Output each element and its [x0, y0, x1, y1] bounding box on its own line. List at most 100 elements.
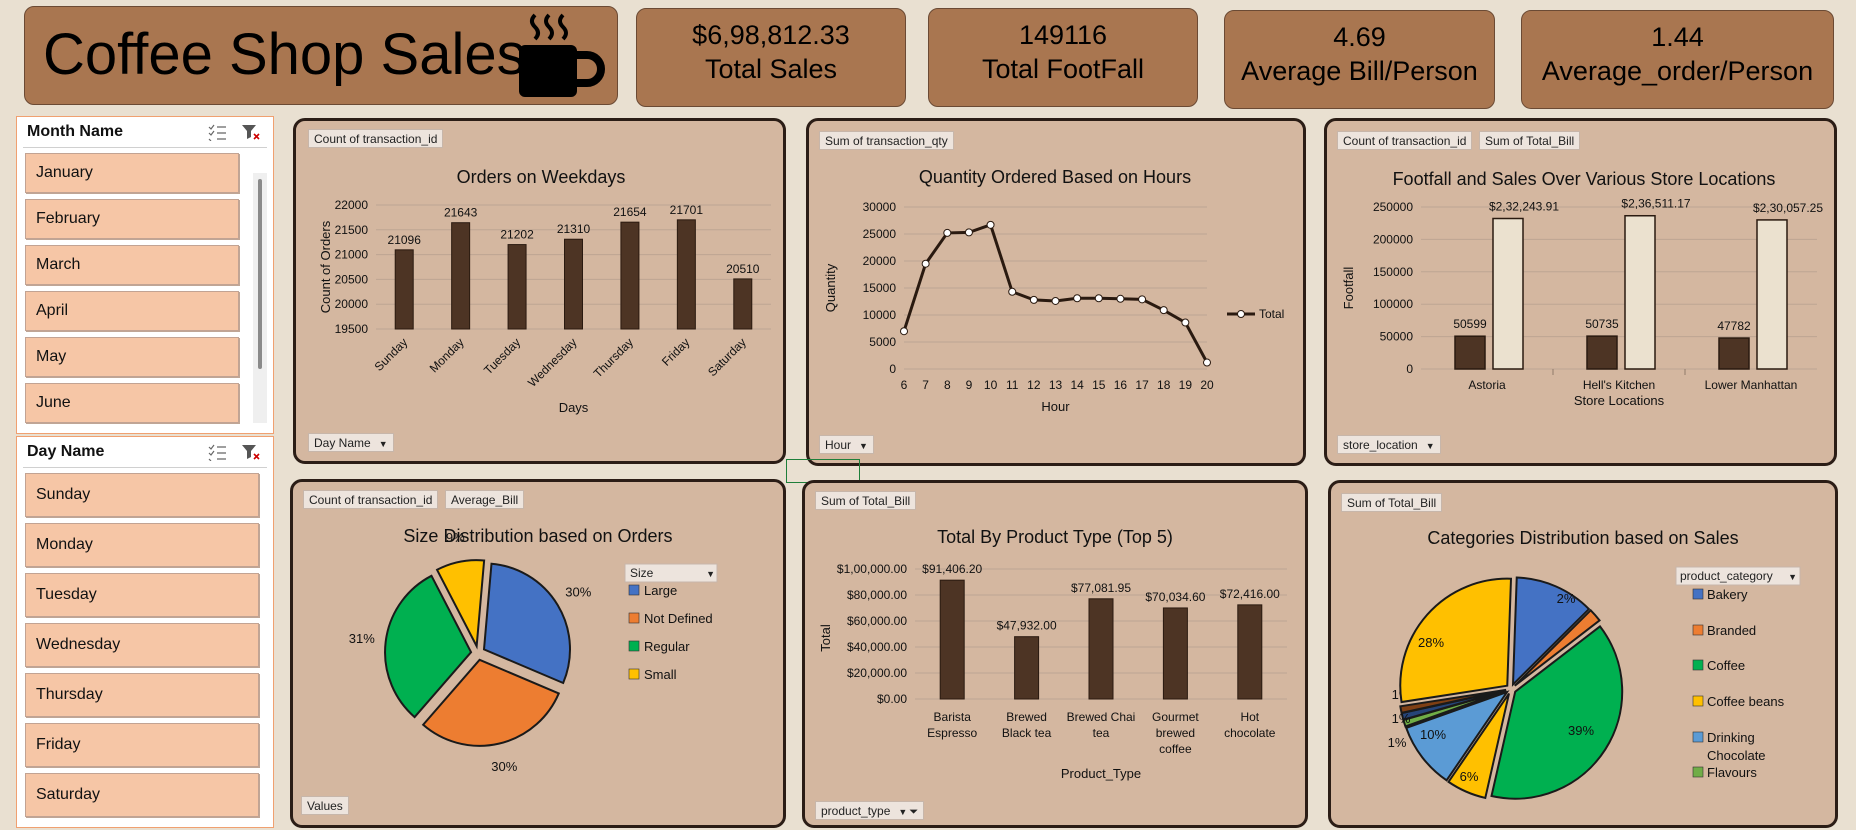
- bar: [1756, 219, 1788, 370]
- bar: [564, 238, 583, 330]
- data-label: $91,406.20: [922, 562, 982, 576]
- multi-select-icon[interactable]: [207, 123, 227, 141]
- data-point: [1116, 294, 1125, 303]
- x-tick-label: Tuesday: [481, 335, 523, 377]
- slice-label: 6%: [1460, 769, 1479, 784]
- y-tick-label: 5000: [869, 335, 896, 349]
- slice-label: 1%: [1388, 735, 1407, 750]
- x-tick-label: Saturday: [705, 335, 749, 379]
- clear-filter-icon[interactable]: [241, 123, 261, 141]
- y-axis-label: Total: [818, 624, 833, 652]
- y-tick-label: 200000: [1373, 232, 1413, 246]
- kpi-label: Average_order/Person: [1541, 56, 1814, 86]
- slicer-item[interactable]: March: [25, 245, 239, 285]
- bar: [1088, 598, 1114, 700]
- x-tick-label: 19: [1179, 378, 1193, 392]
- coffee-mug-icon: [519, 13, 605, 97]
- kpi-total-sales: $6,98,812.33 Total Sales: [636, 8, 906, 107]
- x-tick-label: 6: [901, 378, 908, 392]
- scrollbar-thumb[interactable]: [258, 179, 262, 369]
- legend-label: Not Defined: [644, 611, 713, 626]
- data-label: 21701: [670, 203, 704, 217]
- legend-label: Coffee: [1707, 658, 1745, 673]
- store-location-filter-button[interactable]: store_location ▼: [1337, 435, 1441, 454]
- hours-panel: Sum of transaction_qty Quantity Ordered …: [806, 118, 1306, 466]
- slicer-item[interactable]: Thursday: [25, 673, 259, 717]
- day-name-filter-button[interactable]: Day Name ▼: [308, 433, 394, 452]
- filter-applied-icon: ⏷: [909, 806, 919, 818]
- slicer-item[interactable]: February: [25, 199, 239, 239]
- month-slicer: Month Name January February March April May J…: [16, 116, 274, 434]
- bar: [1014, 636, 1040, 700]
- weekday-panel: Count of transaction_id Orders on Weekda…: [293, 118, 786, 464]
- x-tick-label: tea: [1093, 726, 1110, 740]
- month-scrollbar[interactable]: [253, 173, 267, 423]
- y-tick-label: 0: [889, 362, 896, 376]
- legend-swatch: [628, 640, 640, 652]
- bar: [1718, 337, 1750, 370]
- data-point: [1094, 294, 1103, 303]
- slicer-item[interactable]: Tuesday: [25, 573, 259, 617]
- kpi-total-footfall: 149116 Total FootFall: [928, 8, 1198, 107]
- chart-title: Quantity Ordered Based on Hours: [919, 167, 1191, 187]
- dashboard-title-card: Coffee Shop Sales: [24, 6, 618, 105]
- filter-label: Hour: [825, 438, 852, 452]
- multi-select-icon[interactable]: [207, 443, 227, 461]
- slicer-item[interactable]: May: [25, 337, 239, 377]
- x-tick-label: 14: [1070, 378, 1084, 392]
- x-tick-label: 10: [984, 378, 998, 392]
- slicer-item[interactable]: April: [25, 291, 239, 331]
- slicer-item[interactable]: Wednesday: [25, 623, 259, 667]
- data-label: 50735: [1585, 317, 1619, 331]
- slicer-item[interactable]: Saturday: [25, 773, 259, 817]
- data-point: [1181, 318, 1190, 327]
- x-tick-label: 18: [1157, 378, 1171, 392]
- bar: [733, 278, 753, 330]
- y-tick-label: 10000: [863, 308, 897, 322]
- y-tick-label: 250000: [1373, 200, 1413, 214]
- x-axis-label: Product_Type: [1061, 766, 1141, 781]
- y-tick-label: 21000: [335, 248, 369, 262]
- kpi-average-bill: 4.69 Average Bill/Person: [1224, 10, 1495, 109]
- y-tick-label: $0.00: [877, 692, 907, 706]
- clear-filter-icon[interactable]: [241, 443, 261, 461]
- data-label: 21202: [500, 228, 534, 242]
- legend-label: Coffee beans: [1707, 694, 1785, 709]
- data-point: [1029, 295, 1038, 304]
- data-label: 21310: [557, 222, 591, 236]
- product-type-filter-button[interactable]: product_type ▼ ⏷: [815, 801, 925, 820]
- slicer-divider: [23, 147, 267, 148]
- hour-filter-button[interactable]: Hour ▼: [819, 435, 874, 454]
- data-point: [1073, 294, 1082, 303]
- slicer-item[interactable]: January: [25, 153, 239, 193]
- slicer-item[interactable]: Sunday: [25, 473, 259, 517]
- slicer-item[interactable]: Friday: [25, 723, 259, 767]
- x-tick-label: 16: [1114, 378, 1128, 392]
- slicer-item[interactable]: Monday: [25, 523, 259, 567]
- bar: [1162, 607, 1188, 700]
- y-tick-label: 30000: [863, 200, 897, 214]
- x-tick-label: coffee: [1159, 742, 1192, 756]
- data-point: [1203, 358, 1211, 367]
- values-button[interactable]: Values: [301, 796, 349, 815]
- x-tick-label: Lower Manhattan: [1705, 378, 1798, 392]
- x-axis-label: Days: [559, 400, 589, 415]
- x-tick-label: Espresso: [927, 726, 977, 740]
- kpi-value: 1.44: [1651, 22, 1704, 52]
- kpi-value: 4.69: [1333, 22, 1386, 52]
- x-tick-label: Hell's Kitchen: [1583, 378, 1655, 392]
- slice-label: 30%: [491, 759, 517, 774]
- slice-label: 9%: [446, 530, 465, 545]
- y-tick-label: $80,000.00: [847, 588, 907, 602]
- legend-swatch: [1692, 695, 1704, 707]
- slicer-item[interactable]: June: [25, 383, 239, 423]
- data-label: $2,30,057.25: [1753, 201, 1823, 215]
- data-label: 21654: [613, 205, 647, 219]
- data-point: [1138, 295, 1147, 304]
- data-label: $47,932.00: [997, 619, 1057, 633]
- y-tick-label: 20000: [335, 297, 369, 311]
- data-point: [900, 327, 908, 336]
- x-tick-label: Barista: [934, 710, 972, 724]
- slice-label: 30%: [565, 585, 591, 600]
- data-point: [986, 220, 995, 229]
